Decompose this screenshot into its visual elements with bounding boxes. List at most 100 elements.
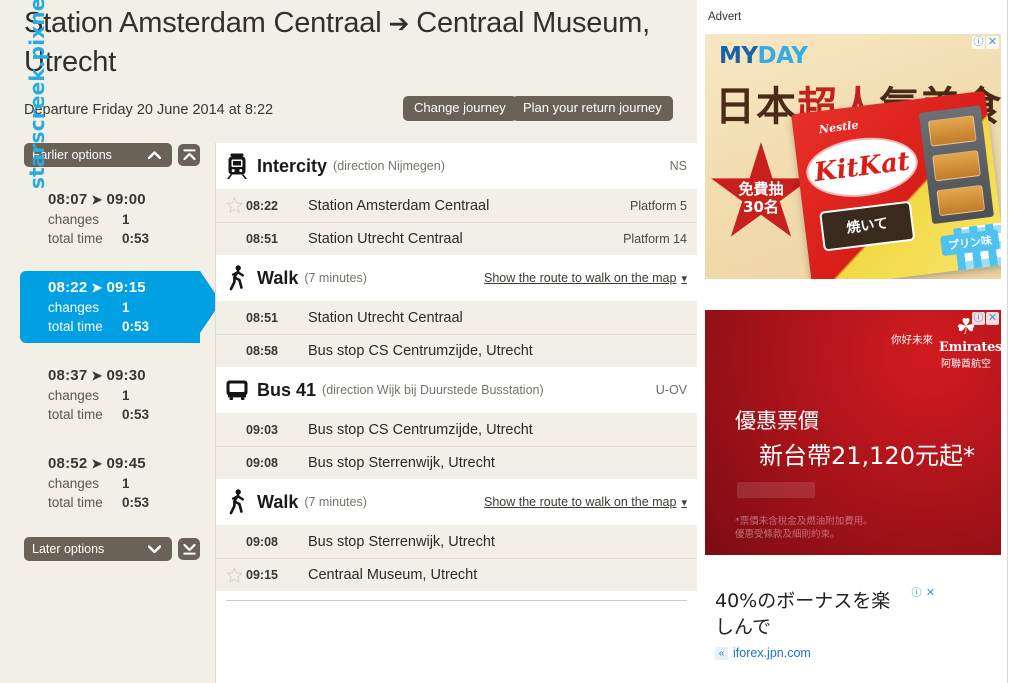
- journey-detail-panel: Intercity (direction Nijmegen) NS 08:22 Stat…: [215, 143, 697, 683]
- leg-stops: 08:51 Station Utrecht Centraal 08:58 Bus st…: [216, 301, 697, 367]
- stop-time: 08:58: [246, 344, 278, 358]
- changes-label: changes: [48, 300, 100, 315]
- ad-close-icon[interactable]: ✕: [986, 312, 999, 325]
- ad1-brand-part2: DAY: [757, 43, 808, 69]
- stop-row[interactable]: 09:08 Bus stop Sterrenwijk, Utrecht: [216, 525, 697, 558]
- journey-options-list: 08:07 ➤ 09:00 changes 1 total time 0:53 08:22 ➤ 0…: [20, 183, 221, 519]
- stop-row[interactable]: 09:08 Bus stop Sterrenwijk, Utrecht: [216, 446, 697, 479]
- total-time-value: 0:53: [122, 319, 150, 334]
- leg-stops: 09:03 Bus stop CS Centrumzijde, Utrecht 09…: [216, 413, 697, 479]
- stop-time: 08:51: [246, 310, 278, 325]
- leg-stops: 09:08 Bus stop Sterrenwijk, Utrecht 09:15 C…: [216, 525, 697, 591]
- ad-info-icon[interactable]: ⓘ: [910, 587, 923, 600]
- stop-name: Station Amsterdam Centraal: [308, 197, 490, 214]
- ad2-fine-print-2: 優惠受條款及細則約束。: [735, 529, 840, 540]
- show-route-on-map-link[interactable]: Show the route to walk on the map ▾: [484, 495, 687, 509]
- ad-close-icon[interactable]: ✕: [986, 36, 999, 49]
- stop-time: 09:15: [246, 568, 278, 582]
- ad1-badges: ⓘ ✕: [972, 36, 999, 49]
- journey-option[interactable]: 08:07 ➤ 09:00 changes 1 total time 0:53: [24, 183, 200, 255]
- journey-option[interactable]: 08:37 ➤ 09:30 changes 1 total time 0:53: [24, 359, 200, 431]
- journey-option-selected[interactable]: 08:22 ➤ 09:15 changes 1 total time 0:53: [20, 271, 221, 343]
- ad2-cta-button[interactable]: [737, 482, 815, 498]
- earlier-options-label: Earlier options: [32, 148, 112, 162]
- stop-time: 08:22: [246, 198, 278, 213]
- advert-iforex[interactable]: ⓘ ✕ 40%のボーナスを楽 しんで « iforex.jpn.com: [705, 578, 1001, 673]
- stop-row[interactable]: 09:03 Bus stop CS Centrumzijde, Utrecht: [216, 413, 697, 446]
- favorite-star-icon[interactable]: [222, 197, 246, 214]
- ad2-headline-2: 新台帶21,120元起*: [759, 442, 975, 470]
- journey-option-times: 08:22 ➤ 09:15: [48, 279, 190, 296]
- changes-label: changes: [48, 388, 100, 403]
- stop-name: Bus stop CS Centrumzijde, Utrecht: [308, 343, 533, 359]
- journey-leg: Walk (7 minutes) Show the route to walk on…: [216, 479, 697, 591]
- favorite-star-icon[interactable]: [222, 566, 246, 584]
- ad1-headline-1: 日本: [715, 84, 797, 130]
- panel-divider: [226, 600, 687, 601]
- ad2-fine-print-1: *票價未含稅金及燃油附加費用。: [735, 516, 873, 527]
- ad3-url-row[interactable]: « iforex.jpn.com: [705, 640, 1001, 660]
- ad3-url[interactable]: iforex.jpn.com: [733, 646, 811, 660]
- walk-icon: [222, 265, 252, 291]
- advert-kitkat[interactable]: ⓘ ✕ MYDAY 日本超人氣美食 免費抽 30名 Nestle KitKat …: [705, 34, 1001, 279]
- stop-name: Bus stop CS Centrumzijde, Utrecht: [308, 421, 533, 438]
- total-time-label: total time: [48, 495, 103, 510]
- option-arrive-time: 09:45: [106, 455, 146, 472]
- journey-origin: Station Amsterdam Centraal: [24, 7, 382, 39]
- journey-leg: Intercity (direction Nijmegen) NS 08:22 Stat…: [216, 143, 697, 255]
- show-route-on-map-link[interactable]: Show the route to walk on the map ▾: [484, 271, 687, 285]
- option-arrive-time: 09:15: [106, 279, 146, 296]
- ad1-toaster-image: [918, 105, 995, 225]
- ad1-plate-text: 焼いて: [819, 200, 916, 252]
- changes-label: changes: [48, 476, 100, 491]
- stop-row[interactable]: 08:51 Station Utrecht Centraal Platform 14: [216, 222, 697, 255]
- leg-subtitle: (direction Nijmegen): [333, 159, 445, 173]
- jump-to-first-button[interactable]: [178, 144, 200, 166]
- ad-info-icon[interactable]: ⓘ: [972, 36, 985, 49]
- total-time-label: total time: [48, 407, 103, 422]
- advert-emirates[interactable]: ⓘ ✕ 你好未來 ☘ Emirates 阿聯酋航空 優惠票價 新台帶21,120…: [705, 310, 1001, 555]
- stop-row[interactable]: 09:15 Centraal Museum, Utrecht: [216, 558, 697, 591]
- advert-label: Advert: [708, 11, 742, 23]
- arrow-right-icon: ➤: [91, 368, 103, 383]
- arrow-right-icon: ➤: [91, 456, 103, 471]
- journey-option-total-time: total time 0:53: [48, 407, 190, 422]
- option-arrive-time: 09:30: [106, 367, 146, 384]
- ad-info-icon[interactable]: ⓘ: [972, 312, 985, 325]
- ad3-text: 40%のボーナスを楽 しんで: [705, 578, 1001, 640]
- leg-stops: 08:22 Station Amsterdam Centraal Platform …: [216, 189, 697, 255]
- stop-platform: Platform 14: [623, 232, 687, 246]
- stop-row[interactable]: 08:51 Station Utrecht Centraal: [216, 301, 697, 334]
- show-route-label: Show the route to walk on the map: [483, 495, 677, 509]
- arrow-right-icon: ➤: [91, 280, 103, 295]
- ad-close-icon[interactable]: ✕: [924, 587, 937, 600]
- favicon-icon: «: [715, 646, 728, 660]
- journey-options-column: Earlier options 08:07 ➤ 09:00 changes 1 total…: [20, 143, 221, 561]
- total-time-value: 0:53: [122, 495, 150, 510]
- chevron-down-icon: ▾: [681, 273, 687, 285]
- leg-operator: U-OV: [655, 383, 687, 397]
- leg-title: Intercity: [257, 155, 328, 176]
- earlier-options-row: Earlier options: [24, 143, 200, 167]
- stop-name: Bus stop Sterrenwijk, Utrecht: [308, 455, 495, 471]
- option-depart-time: 08:52: [48, 455, 88, 472]
- stop-row[interactable]: 08:58 Bus stop CS Centrumzijde, Utrecht: [216, 334, 697, 367]
- ad3-badges: ⓘ ✕: [910, 587, 937, 600]
- plan-return-journey-button[interactable]: Plan your return journey: [512, 96, 673, 121]
- leg-subtitle: (direction Wijk bij Duurstede Busstation…: [322, 383, 544, 397]
- ad2-headline-1: 優惠票價: [735, 409, 819, 433]
- leg-header: Bus 41 (direction Wijk bij Duurstede Buss…: [216, 367, 697, 413]
- departure-info: Departure Friday 20 June 2014 at 8:22: [24, 102, 274, 118]
- journey-option[interactable]: 08:52 ➤ 09:45 changes 1 total time 0:53: [24, 447, 200, 519]
- change-journey-button[interactable]: Change journey: [403, 96, 517, 121]
- journey-option-changes: changes 1: [48, 300, 190, 315]
- chevron-down-icon: [147, 542, 164, 556]
- changes-value: 1: [122, 212, 130, 227]
- journey-option-total-time: total time 0:53: [48, 495, 190, 510]
- stop-row[interactable]: 08:22 Station Amsterdam Centraal Platform …: [216, 189, 697, 222]
- later-options-dropdown[interactable]: Later options: [24, 537, 172, 561]
- earlier-options-dropdown[interactable]: Earlier options: [24, 143, 172, 167]
- ad1-nestle-logo: Nestle: [818, 118, 860, 137]
- jump-to-last-button[interactable]: [178, 538, 200, 560]
- ad2-tagline: 你好未來: [891, 334, 933, 346]
